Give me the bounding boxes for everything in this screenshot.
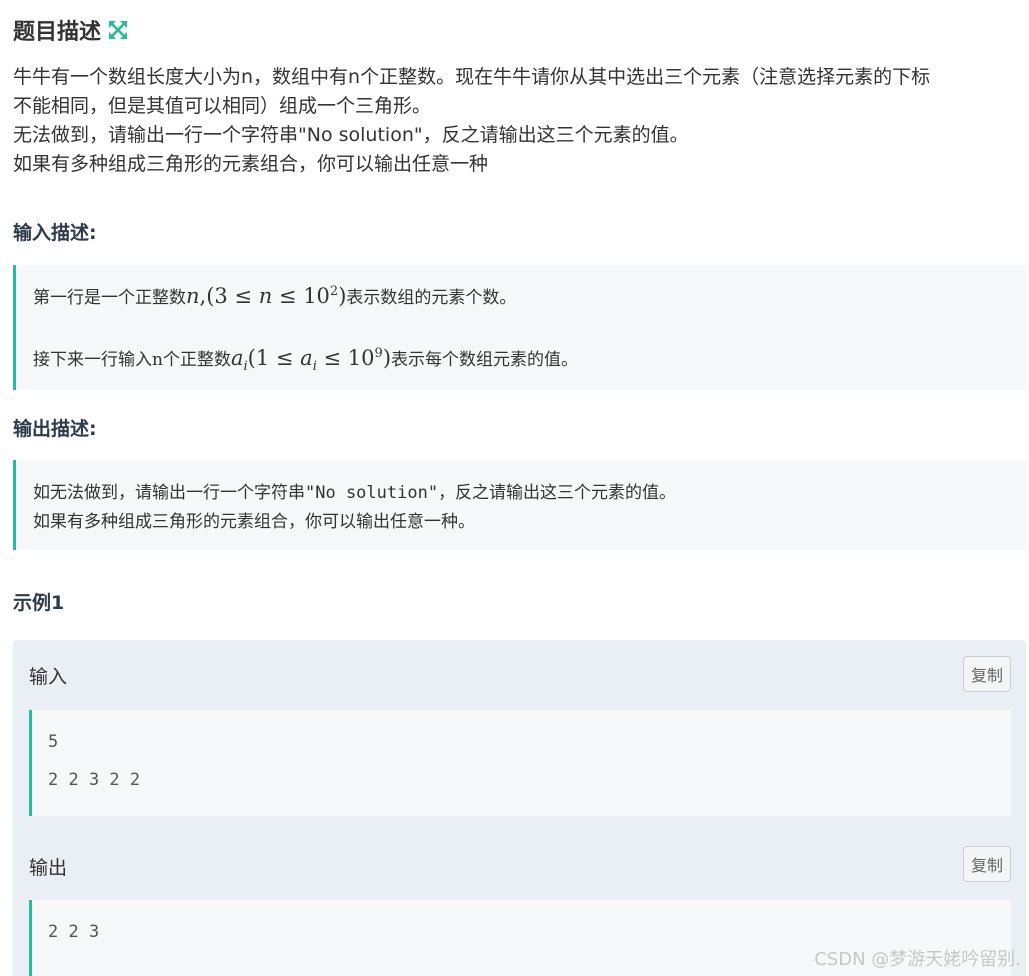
example-heading: 示例1	[13, 592, 65, 614]
input-line1-text: 第一行是一个正整数	[33, 288, 186, 308]
input-line2-text-post: 表示每个数组元素的值。	[391, 350, 579, 370]
input-line1-math: n,(3 ≤ n ≤ 102)	[186, 284, 346, 308]
description-line: 不能相同，但是其值可以相同）组成一个三角形。	[13, 95, 432, 117]
output-line1-text: 如无法做到，请输出一行一个字符串	[33, 483, 305, 503]
copy-input-button[interactable]: 复制	[963, 656, 1011, 692]
math-var-n: n	[186, 284, 200, 308]
math-var-a: a	[300, 346, 313, 370]
output-description-heading: 输出描述:	[13, 418, 97, 440]
math-expr: (1 ≤	[247, 346, 301, 370]
math-var-n: n	[258, 284, 273, 308]
copy-output-button[interactable]: 复制	[963, 846, 1011, 882]
example-output-label: 输出	[29, 857, 68, 879]
output-description-block: 如无法做到，请输出一行一个字符串"No solution"，反之请输出这三个元素…	[13, 460, 1026, 550]
description-line: 如果有多种组成三角形的元素组合，你可以输出任意一种	[13, 153, 489, 175]
problem-title-row: 题目描述	[13, 14, 129, 46]
input-description-line-1: 第一行是一个正整数n,(3 ≤ n ≤ 102)表示数组的元素个数。	[33, 283, 516, 308]
input-line1-text-post: 表示数组的元素个数。	[346, 288, 517, 308]
output-line1-text-post: ，反之请输出这三个元素的值。	[438, 483, 677, 503]
math-var-a: a	[230, 346, 244, 370]
example-input-label: 输入	[29, 666, 68, 688]
example-input-code[interactable]: 5 2 2 3 2 2	[29, 710, 1011, 816]
description-line: 牛牛有一个数组长度大小为n，数组中有n个正整数。现在牛牛请你从其中选出三个元素（…	[13, 66, 931, 88]
input-description-line-2: 接下来一行输入n个正整数ai(1 ≤ ai ≤ 109)表示每个数组元素的值。	[33, 345, 578, 374]
math-paren: )	[382, 346, 392, 370]
math-exponent: 9	[374, 346, 383, 361]
example-card: 输入 复制 5 2 2 3 2 2 输出 复制 2 2 3	[13, 640, 1026, 976]
math-expr: ≤ 10	[316, 346, 375, 370]
input-description-heading: 输入描述:	[13, 222, 97, 244]
problem-description: 牛牛有一个数组长度大小为n，数组中有n个正整数。现在牛牛请你从其中选出三个元素（…	[13, 63, 1025, 179]
code-line: 2 2 3 2 2	[48, 770, 141, 790]
math-expr: ,(3 ≤	[199, 284, 259, 308]
watermark: CSDN @梦游天姥吟留别.	[814, 949, 1021, 970]
code-line: 5	[48, 732, 59, 752]
output-line1-code: "No solution"	[305, 483, 439, 503]
input-description-block: 第一行是一个正整数n,(3 ≤ n ≤ 102)表示数组的元素个数。 接下来一行…	[13, 265, 1026, 390]
output-description-line-2: 如果有多种组成三角形的元素组合，你可以输出任意一种。	[33, 512, 475, 532]
expand-icon[interactable]	[107, 19, 129, 41]
math-exponent: 2	[329, 284, 339, 299]
input-line2-math: ai(1 ≤ ai ≤ 109)	[230, 346, 392, 374]
input-line2-text: 接下来一行输入n个正整数	[33, 350, 231, 370]
math-expr: ≤ 10	[272, 284, 330, 308]
page-title: 题目描述	[13, 20, 102, 45]
description-line: 无法做到，请输出一行一个字符串"No solution"，反之请输出这三个元素的…	[13, 124, 689, 146]
code-line: 2 2 3	[48, 922, 100, 942]
output-description-line-1: 如无法做到，请输出一行一个字符串"No solution"，反之请输出这三个元素…	[33, 478, 676, 503]
